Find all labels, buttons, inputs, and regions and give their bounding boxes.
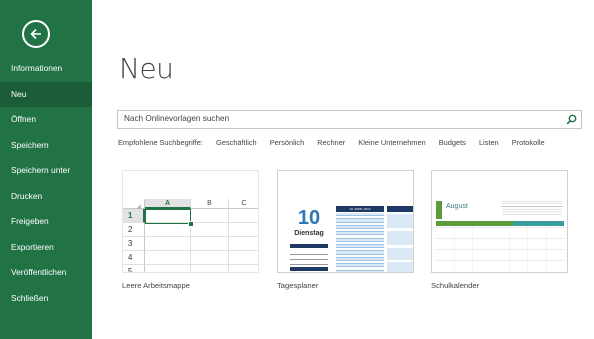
nav-item-speichern-unter[interactable]: Speichern unter [0, 158, 92, 184]
template-thumbnail[interactable]: A B C 1 2 3 4 5 6 7 [122, 170, 259, 273]
planner-weekday: Dienstag [294, 230, 324, 237]
back-button[interactable] [22, 20, 50, 48]
row-header-5: 5 [123, 265, 145, 272]
suggested-searches: Empfohlene Suchbegriffe: Geschäftlich Pe… [118, 138, 556, 147]
nav-item-neu[interactable]: Neu [0, 81, 92, 107]
suggested-term-rechner[interactable]: Rechner [317, 138, 345, 147]
template-caption: Schulkalender [431, 281, 480, 290]
planner-line [336, 270, 384, 272]
nav-item-informationen[interactable]: Informationen [0, 56, 92, 82]
template-thumbnail[interactable]: 10 Dienstag 10. APRIL 2012 [277, 170, 414, 273]
arrow-left-icon [30, 28, 41, 40]
suggested-term-protokolle[interactable]: Protokolle [512, 138, 545, 147]
select-all-corner [123, 199, 145, 210]
column-header-b: B [191, 199, 229, 209]
suggested-term-kleine-unternehmen[interactable]: Kleine Unternehmen [358, 138, 425, 147]
template-caption: Leere Arbeitsmappe [122, 281, 190, 290]
row-header-2: 2 [123, 223, 145, 237]
calendar-month: August [446, 203, 468, 210]
planner-side-block [387, 262, 413, 272]
suggested-term-geschaeftlich[interactable]: Geschäftlich [216, 138, 257, 147]
planner-side-header [387, 206, 413, 212]
backstage-sidebar: Informationen Neu Öffnen Speichern Speic… [0, 0, 92, 339]
column-header-c: C [229, 199, 258, 209]
template-blank-workbook[interactable]: A B C 1 2 3 4 5 6 7 Leere Arbeitsmappe [122, 170, 259, 290]
planner-block [290, 244, 328, 248]
planner-block [290, 256, 328, 260]
nav-item-oeffnen[interactable]: Öffnen [0, 107, 92, 133]
calendar-year-bar [436, 201, 442, 219]
search-icon[interactable] [566, 114, 577, 125]
backstage-nav: Informationen Neu Öffnen Speichern Speic… [0, 56, 92, 311]
search-placeholder: Nach Onlinevorlagen suchen [124, 114, 230, 123]
template-thumbnail[interactable]: August [431, 170, 568, 273]
calendar-notes [502, 201, 562, 215]
planner-date-number: 10 [297, 207, 321, 229]
page-title: Neu [119, 52, 174, 85]
planner-block [290, 261, 328, 265]
planner-block [290, 251, 328, 255]
planner-side-block [387, 214, 413, 228]
row-header-1: 1 [123, 209, 145, 223]
nav-item-drucken[interactable]: Drucken [0, 184, 92, 210]
nav-item-veroeffentlichen[interactable]: Veröffentlichen [0, 260, 92, 286]
planner-side-block [387, 231, 413, 245]
main-panel: Neu Nach Onlinevorlagen suchen Empfohlen… [92, 0, 594, 339]
nav-item-speichern[interactable]: Speichern [0, 133, 92, 159]
planner-header: 10. APRIL 2012 [336, 206, 384, 212]
nav-item-freigeben[interactable]: Freigeben [0, 209, 92, 235]
suggested-term-budgets[interactable]: Budgets [439, 138, 466, 147]
active-cell [145, 209, 191, 224]
fill-handle [188, 221, 194, 227]
suggested-term-listen[interactable]: Listen [479, 138, 499, 147]
planner-block [290, 267, 328, 271]
planner-side-block [387, 248, 413, 260]
column-header-a: A [145, 199, 191, 209]
nav-item-exportieren[interactable]: Exportieren [0, 235, 92, 261]
template-school-calendar[interactable]: August Schulkalender [431, 170, 568, 290]
calendar-grid [436, 227, 564, 271]
suggested-searches-label: Empfohlene Suchbegriffe: [118, 138, 203, 147]
row-header-3: 3 [123, 237, 145, 251]
template-day-planner[interactable]: 10 Dienstag 10. APRIL 2012 Tagesplaner [277, 170, 414, 290]
row-header-4: 4 [123, 251, 145, 265]
template-search-input[interactable]: Nach Onlinevorlagen suchen [117, 110, 582, 129]
suggested-term-persoenlich[interactable]: Persönlich [270, 138, 305, 147]
template-caption: Tagesplaner [277, 281, 319, 290]
calendar-weekday-header [436, 221, 564, 226]
nav-item-schliessen[interactable]: Schließen [0, 286, 92, 312]
